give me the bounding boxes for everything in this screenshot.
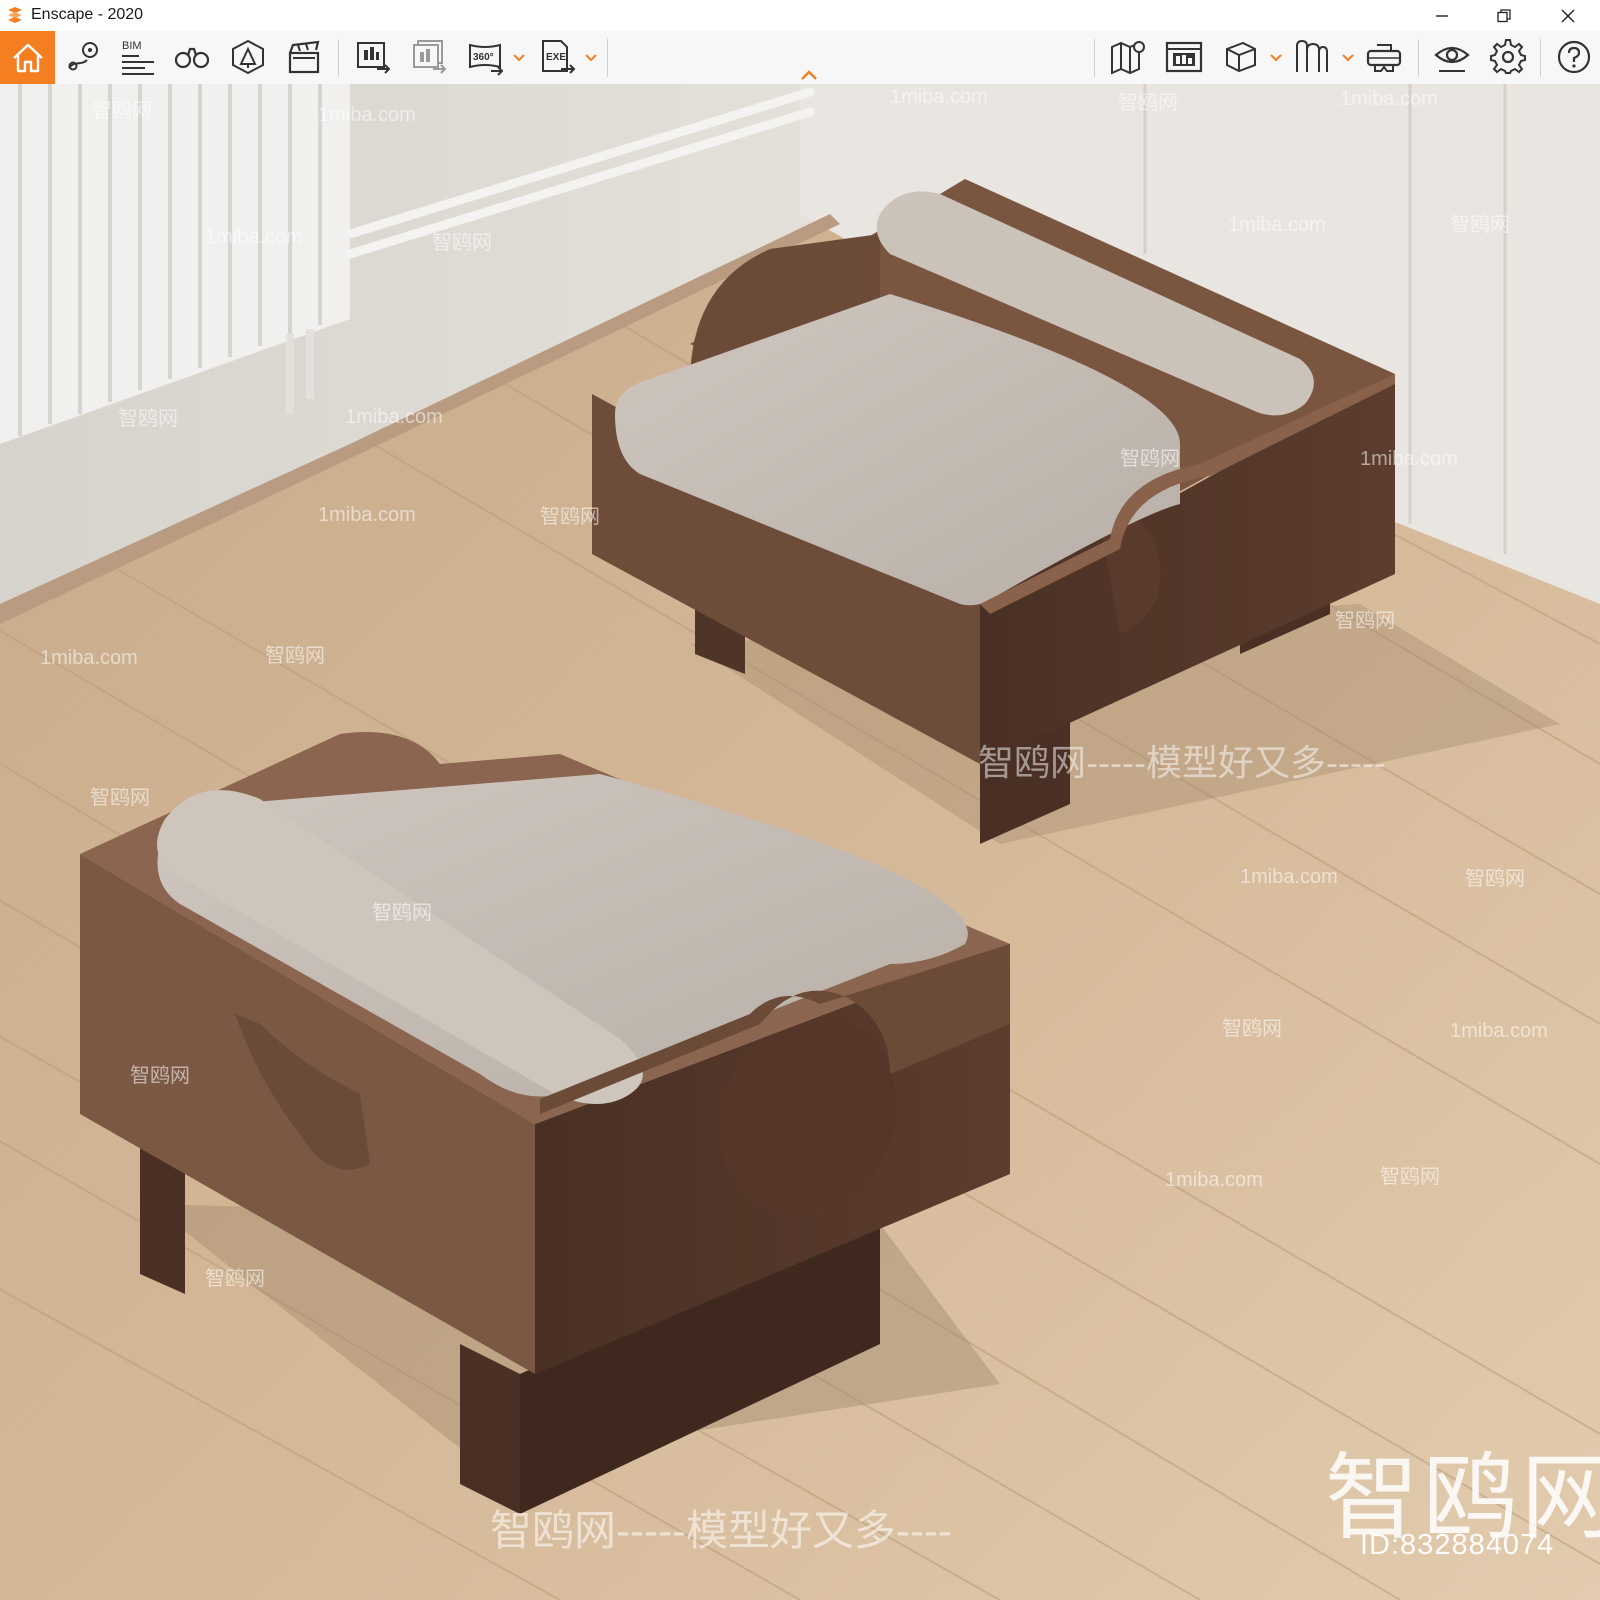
asset-library-button[interactable] <box>226 35 270 79</box>
asset-library-icon <box>232 39 264 75</box>
export-panorama-button[interactable]: 360° <box>464 35 508 79</box>
watermark-text: 智鸥网 <box>205 1268 265 1290</box>
views-manager-button[interactable] <box>1162 35 1206 79</box>
panorama-label: 360° <box>473 52 494 63</box>
watermark-slogan: 智鸥网-----模型好又多----- <box>978 742 1386 783</box>
watermark-text: 智鸥网 <box>432 232 492 254</box>
toolbar-separator <box>338 39 339 77</box>
chevron-down-icon[interactable] <box>584 53 598 63</box>
watermark-text: 智鸥网 <box>1335 610 1395 632</box>
vr-headset-button[interactable] <box>1362 35 1406 79</box>
export-image-button[interactable] <box>352 35 396 79</box>
watermark-text: 1miba.com <box>318 104 416 126</box>
watermark-text: 智鸥网 <box>118 408 178 430</box>
close-icon <box>1561 9 1575 22</box>
toolbar-separator <box>1418 39 1419 77</box>
watermark-text: 1miba.com <box>1228 214 1326 236</box>
home-icon <box>12 43 43 72</box>
watermark-text: 智鸥网 <box>1380 1166 1440 1188</box>
close-button[interactable] <box>1544 0 1592 31</box>
location-button[interactable] <box>62 35 106 79</box>
batch-render-icon <box>413 40 447 74</box>
watermark-text: 1miba.com <box>890 86 988 108</box>
visual-settings-button[interactable] <box>1430 35 1474 79</box>
collapse-toolbar-chevron-icon[interactable] <box>799 68 819 82</box>
bim-label: BIM <box>122 40 142 52</box>
restore-button[interactable] <box>1480 0 1528 31</box>
views-button[interactable] <box>1218 35 1262 79</box>
toolbar-separator <box>1094 39 1095 77</box>
toolbar-separator <box>607 39 608 77</box>
export-exe-icon: EXE <box>542 40 576 74</box>
watermark-text: 1miba.com <box>1165 1169 1263 1191</box>
watermark-text: 智鸥网 <box>1222 1018 1282 1040</box>
watermark-text: 1miba.com <box>1450 1020 1548 1042</box>
home-button[interactable] <box>0 31 55 84</box>
minimize-icon <box>1436 14 1448 17</box>
export-image-icon <box>357 42 391 74</box>
bookmarks-button[interactable] <box>1290 35 1334 79</box>
render-scene <box>0 84 1600 1600</box>
window-title: Enscape - 2020 <box>31 6 144 23</box>
eye-icon <box>1434 46 1470 72</box>
title-bar: Enscape - 2020 <box>0 0 1600 32</box>
chevron-down-icon[interactable] <box>1341 53 1355 63</box>
clapperboard-icon <box>288 40 320 74</box>
map-icon <box>1111 41 1145 75</box>
help-button[interactable] <box>1552 35 1596 79</box>
settings-button[interactable] <box>1486 35 1530 79</box>
watermark-text: 智鸥网 <box>372 902 432 924</box>
bim-button[interactable]: BIM <box>116 35 160 79</box>
watermark-text: 智鸥网 <box>265 645 325 667</box>
watermark-text: 智鸥网 <box>1118 92 1178 114</box>
watermark-text: 智鸥网 <box>90 787 150 809</box>
cube-icon <box>1226 41 1256 73</box>
watermark-text: 智鸥网 <box>130 1065 190 1087</box>
batch-render-button[interactable] <box>408 35 452 79</box>
enscape-logo-icon <box>8 7 22 23</box>
exe-label: EXE <box>546 52 566 63</box>
minimize-button[interactable] <box>1418 0 1466 31</box>
vr-headset-icon <box>1366 44 1402 72</box>
binoculars-icon <box>174 47 210 69</box>
enscape-window: Enscape - 2020 BIM 360° EXE 智鸥网 1miba.co… <box>0 0 1600 1600</box>
render-viewport[interactable]: 智鸥网 1miba.com 1miba.com 智鸥网 1miba.com 1m… <box>0 84 1600 1600</box>
chevron-down-icon[interactable] <box>1269 53 1283 63</box>
toolbar-separator <box>1540 39 1541 77</box>
watermark-text: 智鸥网 <box>92 100 152 122</box>
watermark-text: 1miba.com <box>318 504 416 526</box>
walk-mode-button[interactable] <box>170 35 214 79</box>
watermark-slogan-bottom: 智鸥网-----模型好又多---- <box>490 1507 952 1554</box>
help-icon <box>1557 40 1591 74</box>
watermark-text: 1miba.com <box>205 226 303 248</box>
watermark-text: 1miba.com <box>1340 88 1438 110</box>
chevron-down-icon[interactable] <box>512 53 526 63</box>
map-button[interactable] <box>1106 35 1150 79</box>
watermark-text: 智鸥网 <box>540 506 600 528</box>
export-exe-button[interactable]: EXE <box>536 35 580 79</box>
video-editor-button[interactable] <box>282 35 326 79</box>
watermark-text: 1miba.com <box>1240 866 1338 888</box>
settings-gear-icon <box>1490 39 1526 74</box>
views-manager-icon <box>1165 41 1203 73</box>
location-pin-icon <box>68 42 98 71</box>
watermark-text: 1miba.com <box>345 406 443 428</box>
watermark-text: 智鸥网 <box>1465 868 1525 890</box>
watermark-text: 智鸥网 <box>1450 214 1510 236</box>
restore-icon <box>1497 8 1511 22</box>
watermark-text: 1miba.com <box>1360 448 1458 470</box>
watermark-text: 智鸥网 <box>1120 448 1180 470</box>
bookmarks-icon <box>1296 39 1328 72</box>
panorama-360-icon: 360° <box>469 43 504 76</box>
watermark-text: 1miba.com <box>40 647 138 669</box>
watermark-id: ID:832884074 <box>1360 1529 1555 1561</box>
bim-icon: BIM <box>122 40 154 75</box>
